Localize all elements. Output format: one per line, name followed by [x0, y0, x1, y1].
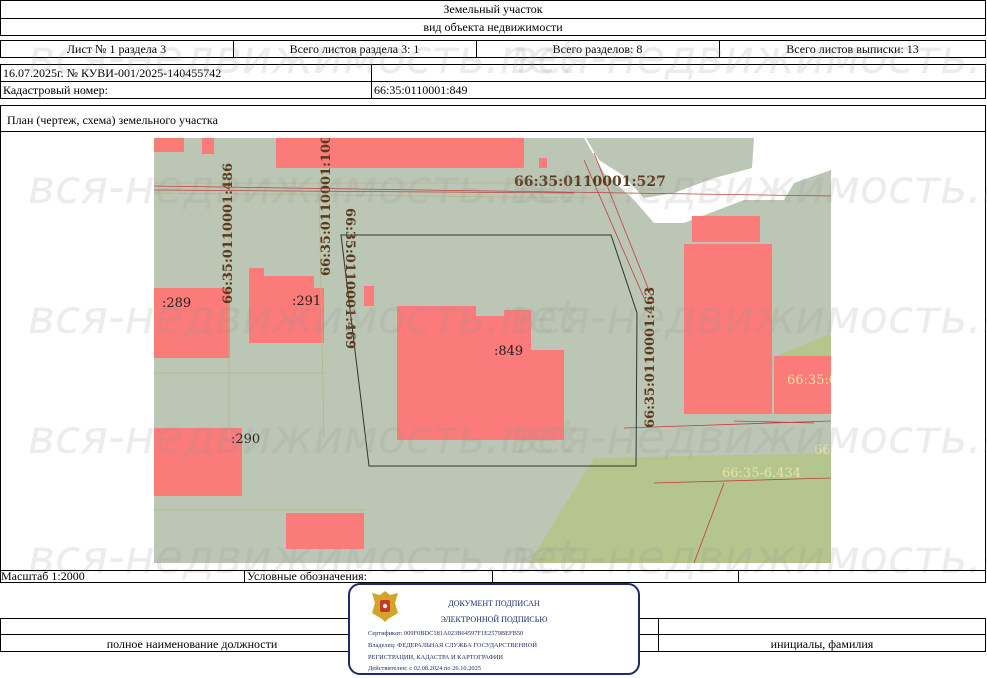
cadastral-label: Кадастровый номер:	[3, 83, 108, 97]
stamp-certificate: Сертификат: 009F0BDC181A023B64597F1E2579…	[368, 630, 524, 637]
label-parcel-290: :290	[231, 432, 260, 447]
label-zone-434: 66:35-6.434	[722, 466, 801, 481]
stamp-line-1: ДОКУМЕНТ ПОДПИСАН	[448, 599, 540, 608]
stamp-owner: Владелец: ФЕДЕРАЛЬНАЯ СЛУЖБА ГОСУДАРСТВЕ…	[368, 642, 538, 649]
stamp-validity: Действителен: с 02.08.2024 по 26.10.2025	[368, 665, 481, 672]
extract-date-number: 16.07.2025г. № КУВИ-001/2025-140455742	[3, 66, 222, 80]
label-parcel-291: :291	[292, 294, 321, 309]
document-title: Земельный участок	[443, 2, 543, 16]
building-top-2	[202, 138, 214, 154]
initials-label: инициалы, фамилия	[770, 637, 874, 651]
label-parcel-849: :849	[494, 344, 523, 359]
building-top-3	[276, 138, 524, 168]
building-top-4	[539, 158, 547, 168]
scale-row	[0, 570, 986, 583]
cadastral-number: 66:35:0110001:849	[374, 83, 468, 97]
section-sheets-total: Всего листов раздела 3: 1	[289, 42, 420, 56]
parcel-map: 66:35:0110001:527 :849 :289 :291 :290 66…	[154, 138, 831, 563]
building-right-top	[692, 216, 760, 242]
building-right	[684, 244, 772, 414]
label-parcel-1006: 66:35:0110001:1006	[319, 138, 334, 276]
sheet-number: Лист № 1 раздела 3	[66, 42, 167, 56]
cadastral-row	[0, 81, 986, 99]
stamp-line-2: ЭЛЕКТРОННОЙ ПОДПИСЬЮ	[440, 615, 548, 624]
electronic-signature-stamp: ДОКУМЕНТ ПОДПИСАН ЭЛЕКТРОННОЙ ПОДПИСЬЮ С…	[348, 583, 640, 675]
building-bottom	[286, 513, 364, 549]
building-290	[154, 428, 242, 496]
position-label: полное наименование должности	[106, 637, 278, 651]
map-scale: Масштаб 1:2000	[1, 569, 85, 583]
label-right-cut-2: 66	[814, 443, 831, 458]
stamp-owner-2: РЕГИСТРАЦИИ, КАДАСТРА И КАРТОГРАФИИ	[368, 654, 504, 661]
label-parcel-469: 66:35:0110001:469	[342, 208, 357, 349]
extract-sheets-total: Всего листов выписки: 13	[786, 42, 919, 56]
label-parcel-463: 66:35:0110001:463	[643, 287, 658, 428]
label-parcel-486: 66:35:0110001:486	[221, 163, 236, 304]
building-top-1	[154, 138, 184, 152]
label-parcel-289: :289	[162, 296, 191, 311]
legend-title: Условные обозначения:	[247, 569, 368, 583]
label-road-527: 66:35:0110001:527	[514, 174, 666, 190]
label-right-cut: 66:35:0	[787, 373, 831, 388]
sections-total: Всего разделов: 8	[552, 42, 643, 56]
building-small	[364, 286, 374, 306]
plan-title: План (чертеж, схема) земельного участка	[7, 113, 218, 127]
object-type: вид объекта недвижимости	[423, 20, 563, 34]
